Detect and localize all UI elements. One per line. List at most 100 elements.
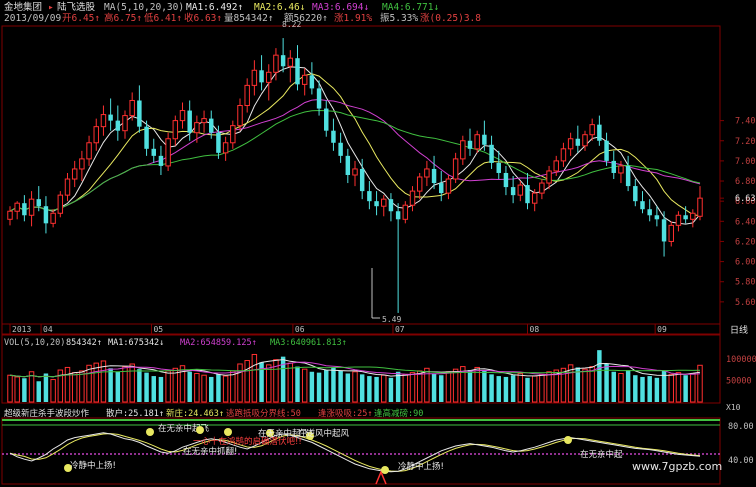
candle-body [503,172,509,188]
volume-bar [409,372,416,403]
volume-bar [640,376,645,402]
signal-label: 冷静中上扬! [398,461,444,472]
candle-body [697,197,703,217]
candle-body [546,170,552,184]
vol-unit: X10 [726,403,741,412]
volume-bar [22,378,27,402]
candle [482,120,487,151]
volume-bar [93,362,99,403]
volume-tick-label: 100000 [726,355,756,365]
signal-dot [146,428,154,436]
candle [50,209,56,228]
volume-bar [301,368,308,403]
candle [647,199,652,222]
candle-body [36,199,41,207]
candle-body [115,120,121,131]
signal-dot [564,436,572,444]
vol-ma1: MA1:675342↓ [108,338,164,348]
candle-body [295,58,300,85]
volume-bar [316,372,322,402]
volume-bar [395,371,401,402]
vol-ma3: MA3:640961.813↑ [270,338,347,348]
candle-body [316,88,322,109]
candle-body [7,210,13,220]
volume-bar [309,371,315,402]
candle-body [151,148,156,156]
candle-body [424,168,430,178]
candle-body [273,54,279,73]
candle [122,110,128,139]
candle [633,179,638,207]
candle-body [331,130,336,143]
candle [424,160,430,187]
candle [560,142,567,167]
low-marker-label: 5.49 [382,315,401,324]
candle-body [460,140,466,160]
indicator-name[interactable]: 陆飞选股 [57,1,96,13]
candle [7,206,13,226]
price-tick-label: 6.40 [735,217,755,227]
volume-bar [345,373,351,402]
dropdown-arrow-icon[interactable]: ▸ [48,2,54,13]
candle [14,201,20,220]
candle-body [439,183,444,194]
candle [510,176,516,204]
candle [251,60,258,96]
volume-bar [64,366,71,403]
signal-label: 在逆风中起风 [298,428,350,439]
candle [301,68,308,96]
candle [222,136,229,161]
volume-bar [295,366,300,402]
volume-bar [539,373,545,403]
candle [589,118,595,141]
volume-bar [352,371,358,403]
candle [352,160,358,187]
candle [675,211,682,232]
candle-body [86,142,92,160]
volume-bar [388,377,394,402]
candle [28,191,35,227]
candle [194,115,200,143]
price-tick-label: 6.80 [735,177,755,187]
candle [604,132,609,166]
ind-title: 超级新庄杀手波段炒作 [4,408,90,419]
volume-bar [633,375,638,402]
candle [445,174,452,200]
volume-bar [431,373,437,402]
candle [611,150,616,180]
volume-bar [43,373,49,402]
candle-body [611,160,616,173]
volume-bar [381,374,387,403]
price-tick-label: 6.00 [735,258,755,268]
candle [395,203,401,313]
candle-body [222,142,229,154]
volume-bar [597,350,602,402]
candle [439,170,444,202]
candle-body [93,126,99,144]
candle-body [280,55,286,67]
ma-line-ma2 [9,73,701,217]
volume-bar [280,356,286,402]
chart-canvas[interactable]: 金地集团 ▸ 陆飞选股 MA(5,10,20,30) MA1:6.492↑ MA… [0,0,756,487]
candle [108,98,113,131]
candle [697,186,703,221]
volume-bar [266,364,272,403]
timeframe-label[interactable]: 日线 [730,324,748,336]
candle-body [489,144,494,163]
candle [79,150,85,182]
volume-bar [496,376,501,402]
date-tick-label: 04 [43,325,53,334]
candle-body [165,138,171,167]
price-tick-label: 7.00 [735,157,755,167]
candle-body [597,124,602,141]
volume-bar [575,367,581,402]
volume-bar [244,360,250,403]
date-tick-label: 07 [395,325,405,334]
candle-body [409,190,416,206]
candle-body [359,168,365,192]
quote-date: 2013/09/09 [4,13,61,24]
stock-name[interactable]: 金地集团 [4,1,42,13]
low-marker: 5.49 [371,268,401,324]
candle-body [482,134,487,145]
volume-bar [50,379,56,403]
